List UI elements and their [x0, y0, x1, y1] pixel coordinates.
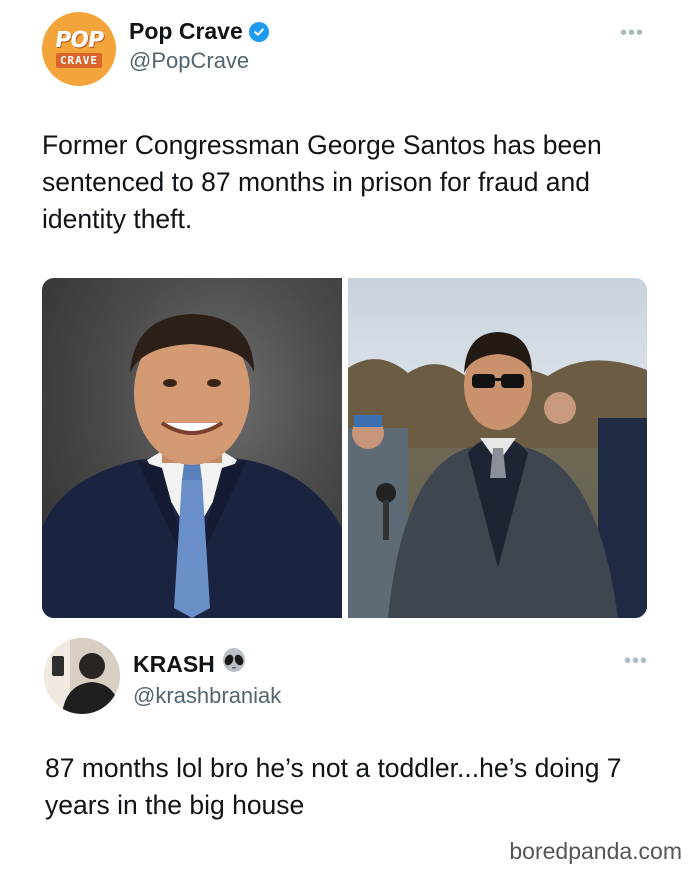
tweet2-text: 87 months lol bro he’s not a toddler...h…: [45, 753, 622, 820]
avatar-logo-top: POP: [53, 28, 105, 53]
more-options-icon[interactable]: •••: [620, 23, 644, 43]
tweet1-display-name[interactable]: Pop Crave: [129, 18, 243, 45]
portrait-photo[interactable]: [42, 278, 342, 618]
alien-emoji-icon: [221, 648, 247, 680]
tweet2-display-name-row[interactable]: KRASH: [133, 648, 281, 680]
tweet1-display-name-row[interactable]: Pop Crave: [129, 18, 269, 45]
tweet2-handle[interactable]: @krashbraniak: [133, 683, 281, 709]
krash-avatar[interactable]: [44, 638, 120, 714]
verified-badge-icon: [248, 21, 269, 42]
watermark: boredpanda.com: [509, 838, 682, 864]
tweet2-author: KRASH @krashbraniak: [133, 648, 281, 709]
pop-crave-avatar[interactable]: POP CRAVE: [42, 12, 116, 86]
avatar-logo-bottom: CRAVE: [55, 53, 103, 68]
more-options-icon[interactable]: •••: [624, 651, 648, 671]
tweet1-text: Former Congressman George Santos has bee…: [42, 130, 602, 234]
tweet1-media[interactable]: [42, 278, 647, 618]
tweet1-handle[interactable]: @PopCrave: [129, 48, 269, 74]
tweet1-author: Pop Crave @PopCrave: [129, 18, 269, 74]
tweet2-display-name[interactable]: KRASH: [133, 651, 215, 678]
outdoor-photo[interactable]: [348, 278, 647, 618]
